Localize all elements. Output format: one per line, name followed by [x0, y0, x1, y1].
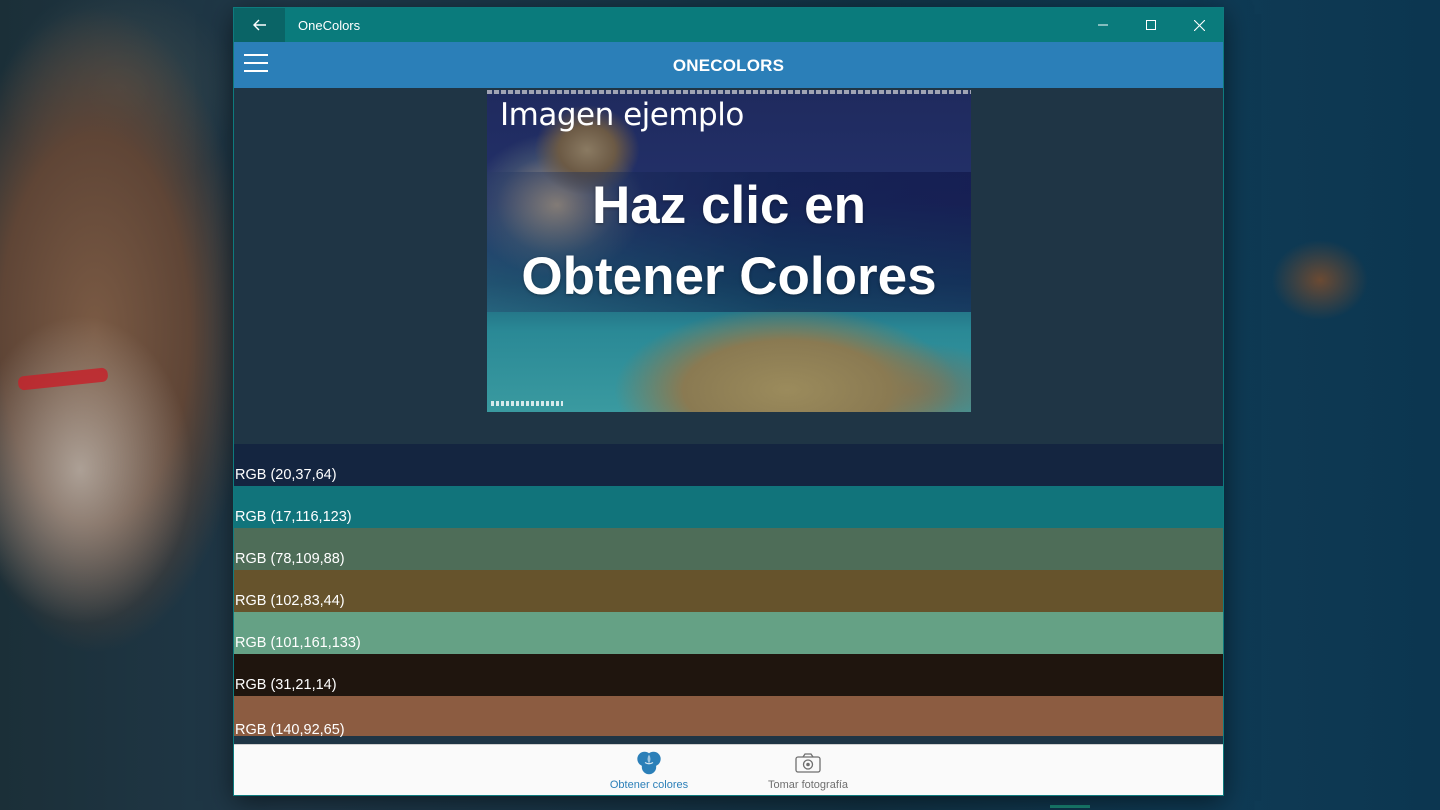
maximize-button[interactable] — [1127, 8, 1175, 42]
nav-label: Tomar fotografía — [767, 779, 849, 791]
color-swatch[interactable]: RGB (20,37,64) — [234, 444, 1223, 486]
color-swatch-list: RGB (20,37,64) RGB (17,116,123) RGB (78,… — [234, 444, 1223, 738]
nav-tomar-fotografia[interactable]: Tomar fotografía — [748, 749, 868, 791]
app-title: ONECOLORS — [672, 56, 785, 75]
maximize-icon — [1146, 20, 1156, 30]
image-caption: Imagen ejemplo — [500, 97, 744, 133]
main-content: Imagen ejemplo Haz clic en Obtener Color… — [234, 88, 1223, 743]
swatch-label: RGB (102,83,44) — [235, 593, 345, 609]
app-bar: ONECOLORS — [234, 42, 1223, 88]
image-credit-marks — [491, 401, 563, 406]
nav-obtener-colores[interactable]: Obtener colores — [589, 749, 709, 791]
color-swatch[interactable]: RGB (31,21,14) — [234, 654, 1223, 696]
title-bar: OneColors — [234, 8, 1223, 42]
swatch-label: RGB (17,116,123) — [235, 509, 352, 525]
overlay-line-1: Haz clic en — [592, 176, 866, 235]
bottom-navigation: Obtener colores Tomar fotografía — [234, 744, 1223, 795]
color-circles-icon — [637, 751, 661, 775]
back-button[interactable] — [234, 8, 285, 42]
taskbar-indicator — [1050, 805, 1090, 808]
close-button[interactable] — [1175, 8, 1223, 42]
camera-icon — [795, 753, 821, 773]
overlay-line-2: Obtener Colores — [521, 247, 937, 306]
swatch-label: RGB (31,21,14) — [235, 677, 337, 693]
swatch-label: RGB (101,161,133) — [235, 635, 361, 651]
swatch-label: RGB (78,109,88) — [235, 551, 345, 567]
minimize-button[interactable] — [1079, 8, 1127, 42]
color-swatch[interactable]: RGB (140,92,65) — [234, 696, 1223, 738]
color-swatch[interactable]: RGB (101,161,133) — [234, 612, 1223, 654]
app-window: OneColors ONECOLORS Imagen ejemplo Haz c… — [234, 8, 1223, 795]
nav-label: Obtener colores — [609, 779, 689, 791]
swatch-label: RGB (140,92,65) — [235, 722, 345, 738]
close-icon — [1193, 19, 1205, 31]
swatch-label: RGB (20,37,64) — [235, 467, 337, 483]
sample-image: Imagen ejemplo Haz clic en Obtener Color… — [487, 90, 971, 412]
color-swatch[interactable]: RGB (102,83,44) — [234, 570, 1223, 612]
minimize-icon — [1098, 24, 1108, 26]
color-swatch[interactable]: RGB (17,116,123) — [234, 486, 1223, 528]
color-swatch[interactable]: RGB (78,109,88) — [234, 528, 1223, 570]
arrow-left-icon — [252, 19, 266, 31]
image-overlay-text: Haz clic en Obtener Colores — [487, 170, 971, 312]
window-title: OneColors — [298, 17, 361, 33]
